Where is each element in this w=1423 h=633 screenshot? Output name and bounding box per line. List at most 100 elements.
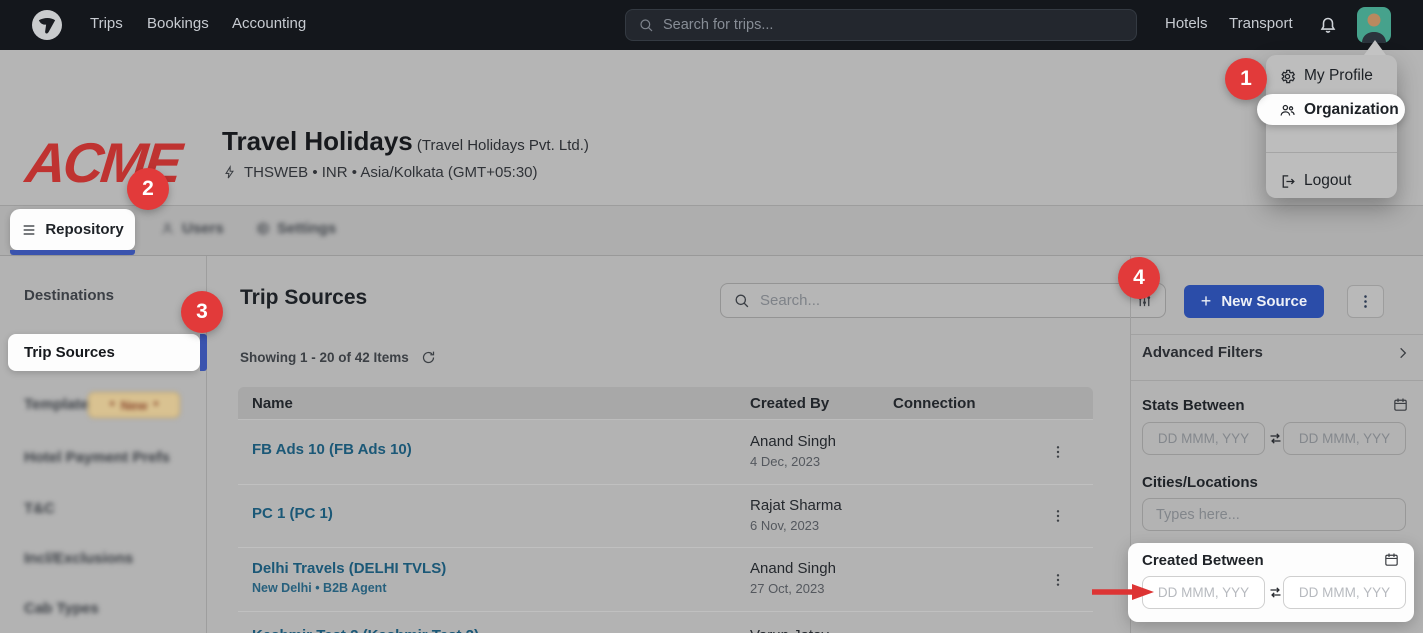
- menu-item-organization[interactable]: Organization: [1279, 101, 1399, 119]
- search-icon: [638, 17, 654, 33]
- page: Trips Bookings Accounting Hotels Transpo…: [0, 0, 1423, 633]
- nav-item-accounting[interactable]: Accounting: [232, 15, 306, 32]
- org-meta-row: THSWEB • INR • Asia/Kolkata (GMT+05:30): [222, 164, 538, 181]
- source-name-link[interactable]: Kashmir Test 2 (Kashmir Test 2): [252, 627, 479, 633]
- user-avatar[interactable]: [1357, 7, 1391, 43]
- creator-name: Rajat Sharma: [750, 497, 842, 514]
- trip-search-input[interactable]: [663, 17, 1093, 33]
- sidebar-item-destinations[interactable]: Destinations: [24, 287, 114, 304]
- sidebar-item-cab-types[interactable]: Cab Types: [24, 600, 99, 617]
- templates-new-badge: * New *: [88, 392, 180, 418]
- trip-source-search-input[interactable]: [760, 292, 1126, 309]
- created-from-date-input[interactable]: [1142, 576, 1265, 609]
- nav-item-trips[interactable]: Trips: [90, 15, 123, 32]
- tab-settings[interactable]: Settings: [255, 220, 336, 237]
- tab-repository[interactable]: Repository: [10, 209, 135, 250]
- divider: [1131, 334, 1423, 335]
- source-name-link[interactable]: PC 1 (PC 1): [252, 505, 333, 522]
- org-meta-text: THSWEB • INR • Asia/Kolkata (GMT+05:30): [244, 164, 538, 181]
- created-date: 4 Dec, 2023: [750, 454, 820, 469]
- tab-label: Repository: [45, 221, 123, 238]
- step-badge-2: 2: [127, 168, 169, 210]
- brand-logo-icon[interactable]: [32, 10, 62, 40]
- org-legal-name: (Travel Holidays Pvt. Ltd.): [413, 137, 589, 154]
- calendar-icon[interactable]: [1392, 396, 1409, 413]
- row-kebab-icon[interactable]: [1050, 508, 1066, 524]
- created-date: 27 Oct, 2023: [750, 581, 824, 596]
- swap-arrows-icon: [1268, 431, 1283, 446]
- sparkle-icon: *: [110, 398, 115, 413]
- logout-icon: [1279, 173, 1296, 190]
- profile-dropdown-menu: My Profile Organization Logout: [1266, 55, 1397, 198]
- creator-name: Varun Jatav: [750, 627, 829, 633]
- menu-item-logout[interactable]: Logout: [1279, 172, 1351, 190]
- notification-bell-icon[interactable]: [1317, 13, 1339, 37]
- table-row: FB Ads 10 (FB Ads 10) Anand Singh 4 Dec,…: [238, 420, 1093, 485]
- search-icon: [733, 292, 750, 309]
- column-header-connection: Connection: [893, 395, 976, 412]
- created-between-card: Created Between: [1128, 543, 1414, 622]
- sidebar-item-hotel-payment-prefs[interactable]: Hotel Payment Prefs: [24, 449, 170, 466]
- results-count-row: Showing 1 - 20 of 42 Items: [240, 350, 436, 365]
- table-row: PC 1 (PC 1) Rajat Sharma 6 Nov, 2023: [238, 485, 1093, 548]
- created-to-date-input[interactable]: [1283, 576, 1406, 609]
- stats-between-label: Stats Between: [1142, 397, 1245, 414]
- trip-source-search-bar[interactable]: [720, 283, 1166, 318]
- sparkle-icon: *: [153, 398, 158, 413]
- step-badge-4: 4: [1118, 257, 1160, 299]
- calendar-icon[interactable]: [1383, 551, 1400, 568]
- sidebar-item-tnc[interactable]: T&C: [24, 500, 55, 517]
- page-title: Trip Sources: [240, 286, 367, 310]
- cities-locations-input[interactable]: [1142, 498, 1406, 531]
- column-header-name: Name: [252, 395, 293, 412]
- tab-active-underline: [10, 250, 135, 255]
- menu-label: Logout: [1304, 172, 1351, 190]
- row-kebab-icon[interactable]: [1050, 572, 1066, 588]
- sidebar-item-trip-sources[interactable]: Trip Sources: [8, 334, 200, 371]
- chevron-right-icon: [1396, 346, 1410, 360]
- gear-icon: [1279, 68, 1296, 85]
- tab-label: Settings: [277, 220, 336, 237]
- organization-header: ACME Travel Holidays (Travel Holidays Pv…: [0, 50, 1423, 205]
- dropdown-caret: [1364, 40, 1386, 55]
- trip-search-bar[interactable]: [625, 9, 1137, 41]
- stats-to-date-input[interactable]: [1283, 422, 1406, 455]
- organization-icon: [1279, 102, 1296, 119]
- tab-label: Users: [182, 220, 224, 237]
- badge-label: New: [121, 398, 148, 413]
- pointer-arrow: [1092, 583, 1154, 601]
- tab-users[interactable]: Users: [160, 220, 224, 237]
- sidebar-active-bar: [200, 334, 207, 371]
- trip-sources-table: Name Created By Connection FB Ads 10 (FB…: [238, 387, 1093, 633]
- table-row: Kashmir Test 2 (Kashmir Test 2) Varun Ja…: [238, 612, 1093, 633]
- repository-sidebar: Destinations Trip Sources Templates * New…: [0, 256, 207, 633]
- org-title: Travel Holidays (Travel Holidays Pvt. Lt…: [222, 126, 589, 157]
- swap-arrows-icon: [1268, 585, 1283, 600]
- step-badge-3: 3: [181, 291, 223, 333]
- menu-label: My Profile: [1304, 67, 1373, 85]
- nav-item-hotels[interactable]: Hotels: [1165, 15, 1208, 32]
- sidebar-item-incl-exclusions[interactable]: Incl/Exclusions: [24, 550, 133, 567]
- column-header-created-by: Created By: [750, 395, 829, 412]
- sidebar-item-templates[interactable]: Templates: [24, 396, 97, 413]
- menu-item-my-profile[interactable]: My Profile: [1279, 67, 1373, 85]
- divider: [1131, 380, 1423, 381]
- stats-from-date-input[interactable]: [1142, 422, 1265, 455]
- tab-strip: Repository Users Settings: [0, 205, 1423, 256]
- menu-divider: [1266, 152, 1397, 153]
- hamburger-icon: [21, 222, 37, 238]
- created-between-label: Created Between: [1142, 552, 1264, 569]
- step-badge-1: 1: [1225, 58, 1267, 100]
- trip-sources-panel: Trip Sources + New Source Showing 1 - 20…: [207, 256, 1130, 633]
- nav-item-bookings[interactable]: Bookings: [147, 15, 209, 32]
- nav-item-transport[interactable]: Transport: [1229, 15, 1293, 32]
- user-icon: [160, 221, 175, 236]
- advanced-filters-toggle[interactable]: Advanced Filters: [1142, 344, 1410, 361]
- creator-name: Anand Singh: [750, 433, 836, 450]
- source-name-link[interactable]: FB Ads 10 (FB Ads 10): [252, 441, 412, 458]
- source-name-link[interactable]: Delhi Travels (DELHI TVLS): [252, 560, 446, 577]
- row-kebab-icon[interactable]: [1050, 444, 1066, 460]
- refresh-icon[interactable]: [421, 350, 436, 365]
- top-nav-bar: Trips Bookings Accounting Hotels Transpo…: [0, 0, 1423, 50]
- filters-panel: Advanced Filters Stats Between Cities/Lo…: [1130, 256, 1423, 633]
